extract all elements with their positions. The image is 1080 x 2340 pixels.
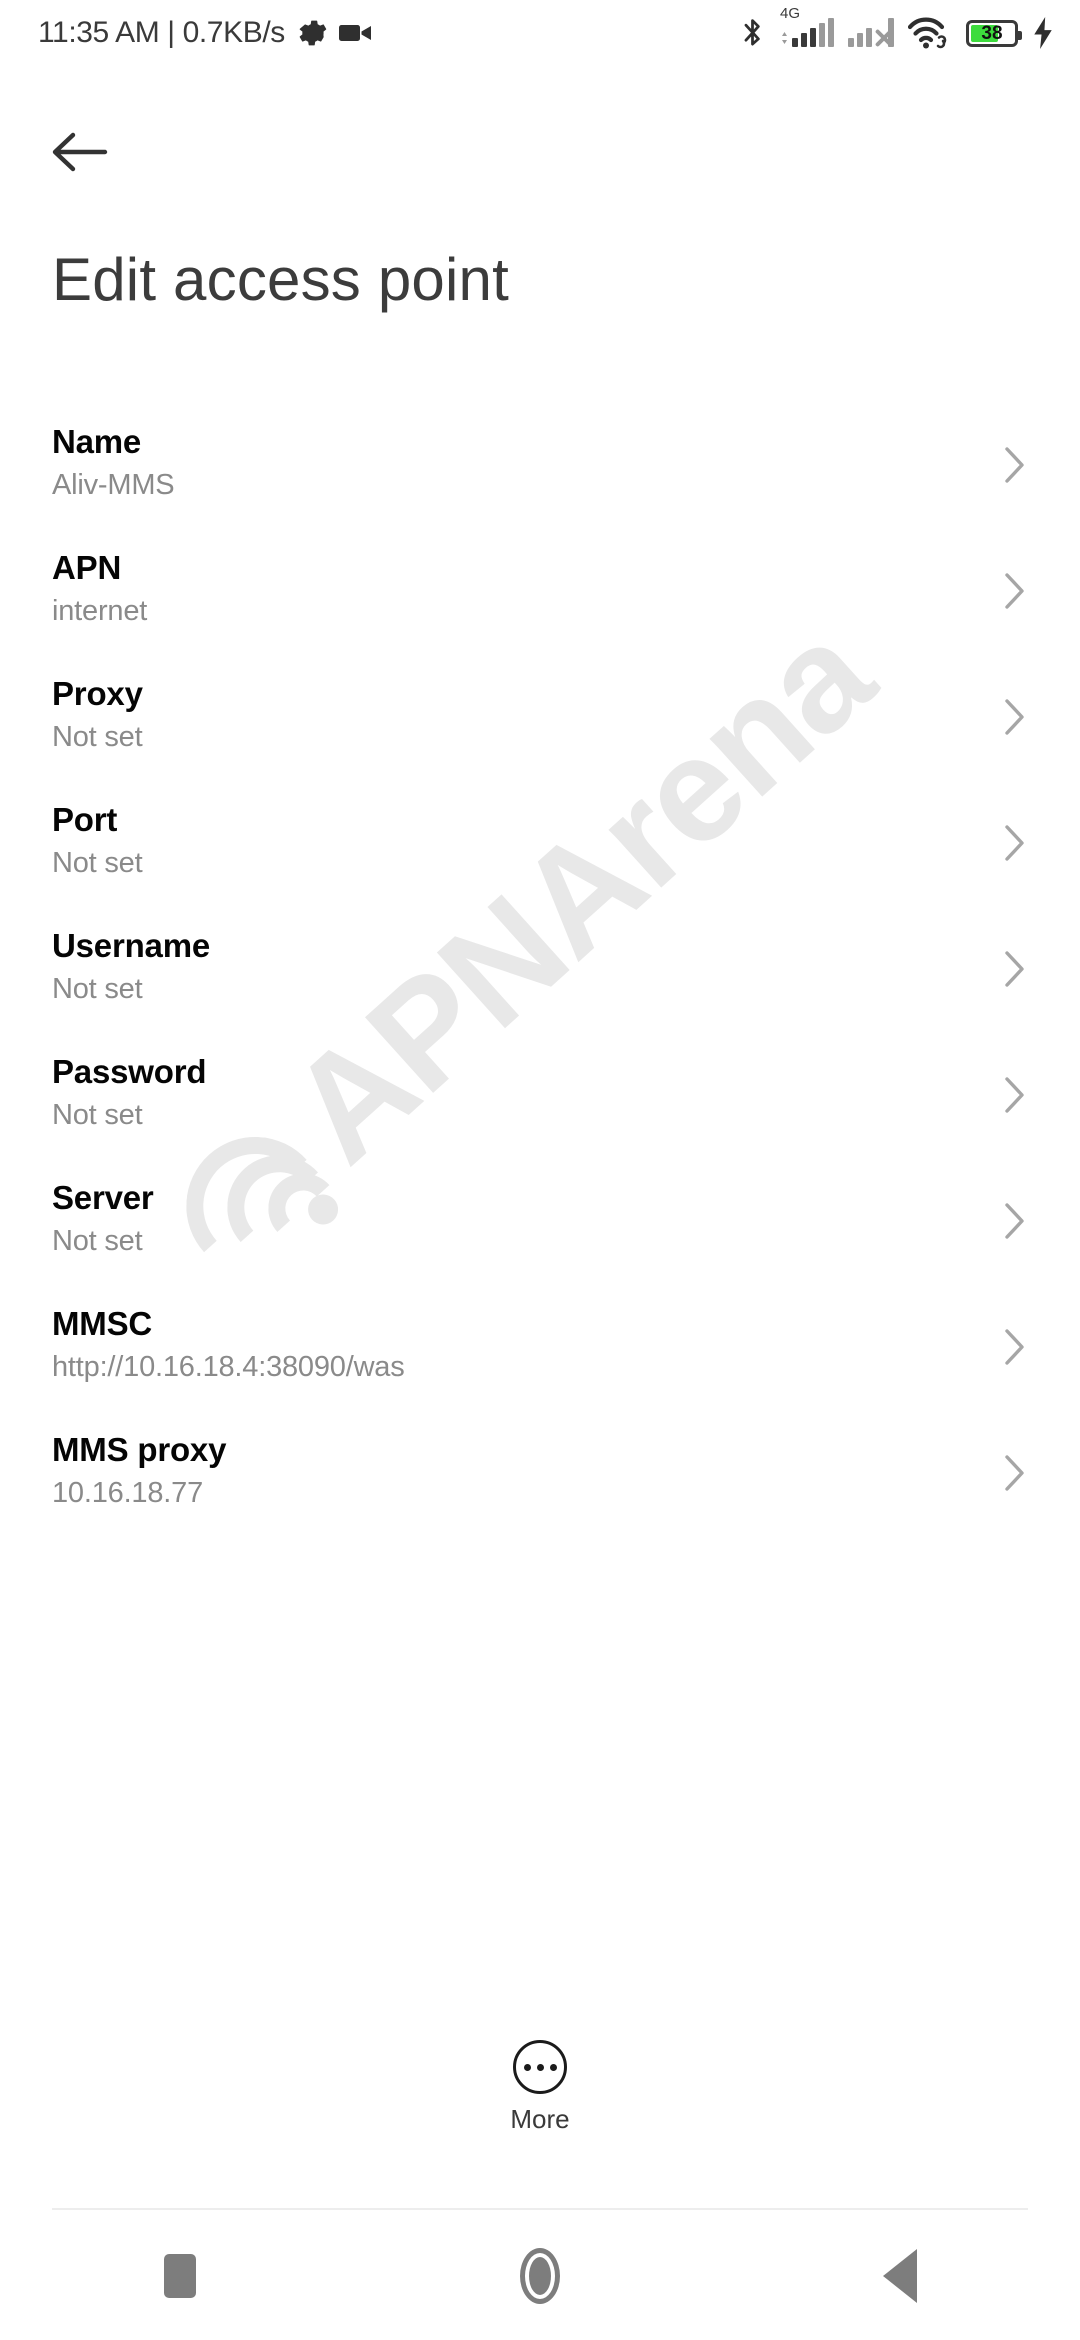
setting-value: Not set bbox=[52, 973, 143, 1006]
chevron-right-icon bbox=[1005, 699, 1024, 735]
setting-row-proxy[interactable]: Proxy Not set bbox=[0, 660, 1080, 786]
nav-back-button[interactable] bbox=[720, 2212, 1080, 2340]
status-bar: 11:35 AM | 0.7KB/s 4G 38 bbox=[0, 0, 1080, 66]
navigation-bar bbox=[0, 2212, 1080, 2340]
nav-home-button[interactable] bbox=[360, 2212, 720, 2340]
setting-row-apn[interactable]: APN internet bbox=[0, 534, 1080, 660]
setting-row-mms-proxy[interactable]: MMS proxy 10.16.18.77 bbox=[0, 1416, 1080, 1542]
setting-row-username[interactable]: Username Not set bbox=[0, 912, 1080, 1038]
wifi-linked-icon bbox=[908, 17, 947, 49]
chevron-right-icon bbox=[1005, 447, 1024, 483]
setting-title: Name bbox=[52, 423, 142, 460]
network-type-label: 4G bbox=[780, 5, 801, 22]
setting-title: Port bbox=[52, 801, 118, 838]
setting-title: MMSC bbox=[52, 1305, 153, 1342]
signal-bars-sim1-icon: 4G bbox=[779, 6, 834, 47]
video-camera-icon bbox=[338, 25, 371, 41]
chevron-right-icon bbox=[1005, 825, 1024, 861]
more-button-label: More bbox=[510, 2104, 570, 2134]
setting-value: Not set bbox=[52, 1225, 143, 1258]
page-title: Edit access point bbox=[52, 246, 509, 313]
chevron-right-icon bbox=[1005, 1329, 1024, 1365]
setting-title: Username bbox=[52, 927, 210, 964]
setting-value: Not set bbox=[52, 721, 143, 754]
chevron-right-icon bbox=[1005, 951, 1024, 987]
setting-row-name[interactable]: Name Aliv-MMS bbox=[0, 408, 1080, 534]
setting-value: Not set bbox=[52, 1099, 143, 1132]
setting-value: Aliv-MMS bbox=[52, 469, 175, 502]
setting-row-server[interactable]: Server Not set bbox=[0, 1164, 1080, 1290]
gear-icon bbox=[299, 20, 327, 46]
signal-bars-sim2-no-service-icon bbox=[848, 18, 894, 48]
setting-value: internet bbox=[52, 595, 148, 628]
app-screen: APNArena 11:35 AM | 0.7KB/s 4G 38 Edit a… bbox=[0, 0, 1080, 2340]
setting-row-password[interactable]: Password Not set bbox=[0, 1038, 1080, 1164]
more-button[interactable]: More bbox=[0, 2040, 1080, 2135]
home-circle-icon bbox=[520, 2248, 560, 2304]
setting-row-port[interactable]: Port Not set bbox=[0, 786, 1080, 912]
settings-list: Name Aliv-MMS APN internet Proxy Not set bbox=[0, 408, 1080, 1542]
recents-square-icon bbox=[164, 2254, 196, 2298]
setting-title: MMS proxy bbox=[52, 1431, 227, 1468]
chevron-right-icon bbox=[1005, 1077, 1024, 1113]
setting-title: APN bbox=[52, 549, 122, 586]
no-service-x-icon bbox=[874, 27, 894, 48]
chevron-right-icon bbox=[1005, 573, 1024, 609]
back-triangle-icon bbox=[883, 2249, 917, 2303]
battery-level-label: 38 bbox=[981, 22, 1003, 44]
status-clock-and-speed: 11:35 AM | 0.7KB/s bbox=[38, 16, 285, 49]
battery-icon: 38 bbox=[966, 19, 1022, 47]
more-dots-circle-icon bbox=[513, 2040, 567, 2094]
setting-title: Server bbox=[52, 1179, 154, 1216]
charging-bolt-icon bbox=[1034, 17, 1052, 49]
bottom-divider bbox=[52, 2208, 1028, 2210]
setting-value: 10.16.18.77 bbox=[52, 1477, 203, 1510]
status-bar-right: 4G 38 bbox=[740, 6, 1054, 50]
setting-title: Proxy bbox=[52, 675, 143, 712]
bluetooth-icon bbox=[744, 19, 760, 46]
chevron-right-icon bbox=[1005, 1455, 1024, 1491]
back-button[interactable] bbox=[40, 112, 120, 192]
nav-recents-button[interactable] bbox=[0, 2212, 360, 2340]
chevron-right-icon bbox=[1005, 1203, 1024, 1239]
data-traffic-arrows-icon bbox=[782, 32, 787, 44]
setting-title: Password bbox=[52, 1053, 207, 1090]
setting-row-mmsc[interactable]: MMSC http://10.16.18.4:38090/was bbox=[0, 1290, 1080, 1416]
setting-value: http://10.16.18.4:38090/was bbox=[52, 1351, 405, 1384]
status-bar-left: 11:35 AM | 0.7KB/s bbox=[38, 16, 373, 50]
setting-value: Not set bbox=[52, 847, 143, 880]
back-arrow-icon bbox=[52, 132, 108, 172]
